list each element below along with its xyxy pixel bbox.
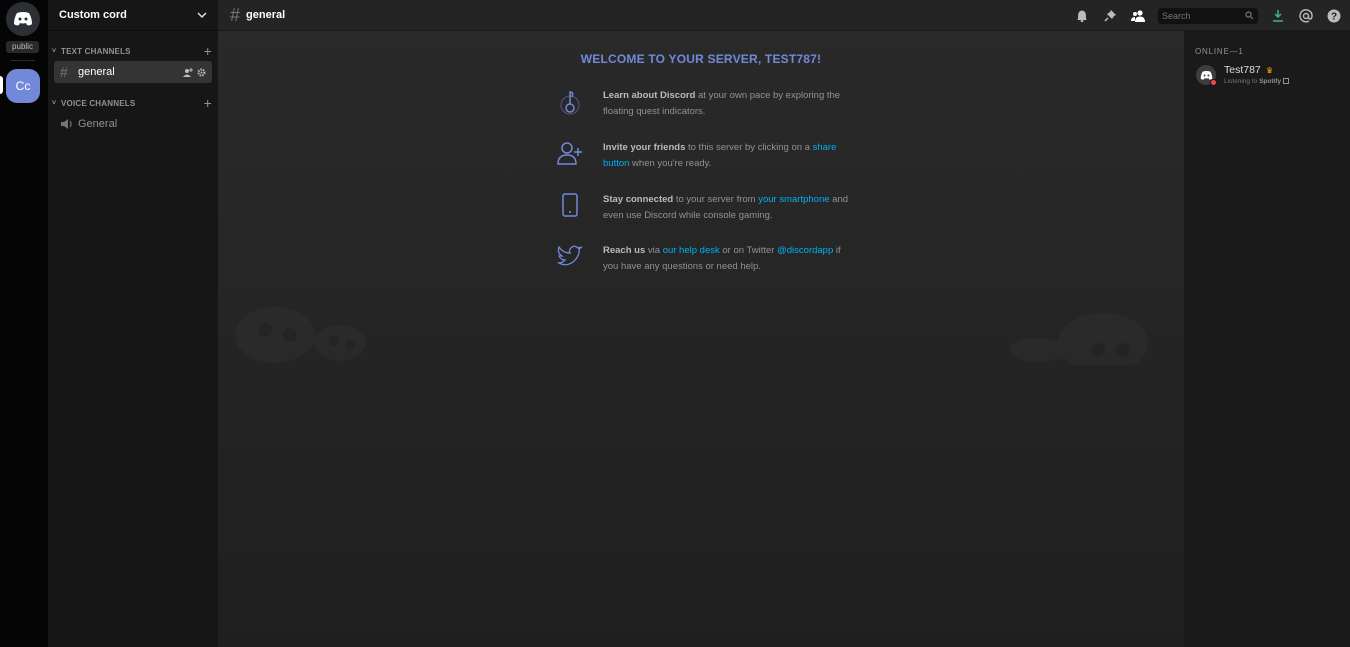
quest-indicator-icon: [560, 91, 580, 115]
help-icon[interactable]: ?: [1326, 8, 1342, 24]
channel-header: # general Search ?: [218, 0, 1350, 31]
tip-text: or on Twitter: [719, 245, 778, 256]
invite-icon[interactable]: [183, 67, 193, 77]
create-channel-icon[interactable]: +: [204, 96, 212, 110]
rich-presence-icon: [1282, 78, 1289, 85]
twitter-bird-icon: [556, 245, 583, 266]
search-icon: [1245, 11, 1254, 20]
guild-name: Custom cord: [59, 9, 127, 21]
channel-label: general: [78, 66, 115, 78]
add-friend-icon: [557, 142, 582, 165]
channel-title: general: [246, 9, 286, 21]
smartphone-icon: [562, 193, 578, 217]
activity-prefix: Listening to: [1224, 78, 1260, 85]
search-input[interactable]: Search: [1158, 7, 1258, 24]
activity-name: Spotify: [1259, 78, 1282, 85]
mentions-icon[interactable]: [1298, 8, 1314, 24]
tip-bold: Learn about Discord: [603, 90, 696, 101]
twitter-handle-link[interactable]: @discordapp: [777, 245, 833, 256]
owner-crown-icon: ♛: [1266, 66, 1274, 75]
create-channel-icon[interactable]: +: [204, 44, 212, 58]
chevron-down-icon: [197, 12, 207, 19]
tip-text: to your server from: [673, 194, 759, 205]
caret-down-icon: ˅: [52, 47, 57, 55]
member-list: ONLINE—1 Test787 ♛ Listening to Spotify: [1184, 31, 1350, 647]
smartphone-link[interactable]: your smartphone: [758, 194, 829, 205]
guild-header[interactable]: Custom cord: [48, 0, 218, 31]
discord-logo-icon: [14, 12, 32, 26]
pin-icon[interactable]: [1102, 8, 1118, 24]
channel-item-voice-general[interactable]: General: [54, 113, 212, 135]
category-voice-channels[interactable]: ˅ VOICE CHANNELS +: [52, 96, 212, 110]
member-item[interactable]: Test787 ♛ Listening to Spotify: [1196, 63, 1346, 89]
tip-bold: Invite your friends: [603, 142, 686, 153]
tip-text: to this server by clicking on a: [685, 142, 813, 153]
tip-bold: Stay connected: [603, 194, 674, 205]
active-server-indicator: [0, 76, 3, 94]
wumpus-decoration-left: [235, 307, 366, 363]
chat-area: WELCOME TO YOUR SERVER, TEST787! Learn a…: [218, 0, 1184, 647]
member-list-icon[interactable]: [1130, 8, 1146, 24]
dnd-status-indicator: [1210, 79, 1217, 86]
rail-separator: [11, 60, 35, 61]
category-label: VOICE CHANNELS: [61, 98, 136, 108]
discord-logo-icon: [1200, 70, 1212, 80]
category-text-channels[interactable]: ˅ TEXT CHANNELS +: [52, 44, 212, 58]
wumpus-decoration-right: [1010, 313, 1148, 365]
discord-home-button[interactable]: [6, 2, 40, 36]
welcome-title: WELCOME TO YOUR SERVER, TEST787!: [580, 52, 822, 66]
caret-down-icon: ˅: [52, 99, 57, 107]
tip-text: via: [645, 245, 663, 256]
text-channel-icon: #: [230, 4, 241, 25]
search-placeholder: Search: [1162, 10, 1191, 21]
svg-text:?: ?: [1331, 11, 1337, 22]
category-label: TEXT CHANNELS: [61, 46, 131, 56]
channel-label: General: [78, 118, 118, 130]
speaker-icon: [61, 119, 72, 129]
server-rail: public Cc: [0, 0, 48, 647]
online-header: ONLINE—1: [1195, 47, 1244, 56]
channel-item-general[interactable]: # general: [54, 61, 212, 83]
settings-gear-icon[interactable]: [197, 68, 206, 77]
member-name: Test787: [1224, 64, 1261, 76]
text-channel-icon: #: [60, 64, 68, 80]
help-desk-link[interactable]: our help desk: [663, 245, 720, 256]
channel-sidebar: Custom cord ˅ TEXT CHANNELS + # general …: [48, 0, 218, 647]
public-tag: public: [6, 41, 39, 53]
member-activity: Listening to Spotify: [1224, 78, 1289, 85]
tip-text: when you're ready.: [629, 157, 712, 169]
download-icon[interactable]: [1270, 8, 1286, 24]
server-icon-custom-cord[interactable]: Cc: [6, 69, 40, 103]
tip-bold: Reach us: [603, 245, 646, 256]
notification-bell-icon[interactable]: [1074, 8, 1090, 24]
